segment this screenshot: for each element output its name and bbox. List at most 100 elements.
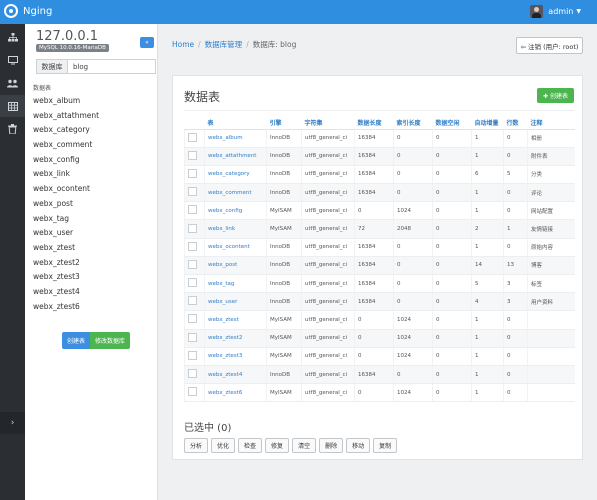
table-icon[interactable] [0, 95, 25, 117]
bulk-action-button[interactable]: 优化 [211, 438, 236, 453]
breadcrumb-home[interactable]: Home [172, 40, 194, 49]
sidebar-table-item[interactable]: webx_tag [25, 212, 157, 227]
bulk-action-button[interactable]: 分析 [184, 438, 209, 453]
table-cell: 0 [354, 383, 394, 403]
row-checkbox[interactable] [188, 332, 197, 342]
sidebar-table-item[interactable]: webx_category [25, 123, 157, 138]
column-header[interactable]: 行数 [503, 116, 528, 130]
table-cell: 0 [503, 201, 528, 221]
row-checkbox[interactable] [188, 350, 197, 360]
table-name-link[interactable]: webx_category [204, 165, 267, 185]
table-cell: 0 [432, 365, 472, 385]
table-name-link[interactable]: webx_ztest4 [204, 365, 267, 385]
table-cell: 0 [393, 165, 433, 185]
table-name-link[interactable]: webx_ztest2 [204, 329, 267, 348]
row-checkbox[interactable] [188, 259, 197, 269]
sidebar-table-item[interactable]: webx_post [25, 197, 157, 212]
table-cell: utf8_general_ci [301, 329, 355, 348]
brand[interactable]: Nging [4, 4, 52, 18]
sidebar-table-item[interactable]: webx_ocontent [25, 182, 157, 197]
bulk-action-button[interactable]: 清空 [292, 438, 317, 453]
sidebar-table-item[interactable]: webx_link [25, 167, 157, 182]
row-checkbox[interactable] [188, 387, 197, 397]
sidebar-table-item[interactable]: webx_comment [25, 138, 157, 153]
row-checkbox[interactable] [188, 223, 197, 233]
table-name-link[interactable]: webx_attathment [204, 147, 267, 166]
page-title: 数据表 [184, 90, 221, 104]
table-cell: 5 [471, 274, 504, 294]
sidebar-table-item[interactable]: webx_config [25, 153, 157, 168]
row-checkbox[interactable] [188, 296, 197, 306]
column-header[interactable]: 索引长度 [393, 116, 433, 130]
table-cell: InnoDB [266, 238, 302, 257]
breadcrumb-db-manage[interactable]: 数据库管理 [205, 40, 243, 49]
users-icon[interactable] [0, 72, 25, 94]
row-checkbox[interactable] [188, 369, 197, 379]
table-cell: 0 [503, 383, 528, 403]
column-header[interactable]: 数据空闲 [432, 116, 472, 130]
expand-sidebar-button[interactable]: › [0, 412, 25, 434]
logout-button[interactable]: ⇦ 注销 (用户: root) [516, 37, 583, 54]
breadcrumb: Home / 数据库管理 / 数据库: blog [172, 39, 296, 50]
row-checkbox[interactable] [188, 314, 197, 324]
bulk-action-button[interactable]: 检查 [238, 438, 263, 453]
column-header[interactable]: 自动增量 [471, 116, 504, 130]
bulk-action-button[interactable]: 复制 [373, 438, 398, 453]
collapse-button[interactable]: « [140, 37, 154, 48]
column-header[interactable]: 引擎 [266, 116, 302, 130]
table-name-link[interactable]: webx_post [204, 256, 267, 276]
sidebar-table-item[interactable]: webx_ztest2 [25, 256, 157, 271]
row-select-cell [184, 383, 205, 403]
table-cell: utf8_general_ci [301, 165, 355, 185]
row-checkbox[interactable] [188, 278, 197, 288]
sidebar-table-item[interactable]: webx_attathment [25, 109, 157, 124]
table-name-link[interactable]: webx_album [204, 129, 267, 148]
sidebar-table-item[interactable]: webx_ztest [25, 241, 157, 256]
table-name-link[interactable]: webx_ztest [204, 310, 267, 330]
top-navbar: Nging admin ▼ [0, 0, 597, 24]
tables-panel: 数据表 ✚ 创建表 表引擎 字符集 数据长度 索引长度 数据空闲 自动增量 行数 注释 web… [172, 75, 583, 460]
row-checkbox[interactable] [188, 187, 197, 197]
bulk-action-button[interactable]: 修复 [265, 438, 290, 453]
database-value[interactable]: blog [68, 60, 155, 73]
row-select-cell [184, 347, 205, 366]
create-table-button-main[interactable]: ✚ 创建表 [537, 88, 574, 103]
column-header[interactable]: 数据长度 [354, 116, 394, 130]
sidebar-actions: 创建表 修改数据库 [62, 332, 131, 349]
sidebar-table-item[interactable]: webx_ztest6 [25, 300, 157, 315]
trash-icon[interactable] [0, 118, 25, 140]
create-table-button[interactable]: 创建表 [62, 332, 91, 349]
alter-database-button[interactable]: 修改数据库 [90, 332, 131, 349]
row-checkbox[interactable] [188, 241, 197, 251]
sidebar-table-item[interactable]: webx_ztest4 [25, 285, 157, 300]
sidebar-table-item[interactable]: webx_user [25, 226, 157, 241]
column-header[interactable]: 字符集 [301, 116, 355, 130]
sidebar-table-item[interactable]: webx_ztest3 [25, 270, 157, 285]
table-cell: 1 [471, 201, 504, 221]
table-name-link[interactable]: webx_ztest3 [204, 347, 267, 366]
table-name-link[interactable]: webx_comment [204, 183, 267, 203]
sidebar-table-item[interactable]: webx_album [25, 94, 157, 109]
monitor-icon[interactable] [0, 49, 25, 71]
table-name-link[interactable]: webx_tag [204, 274, 267, 294]
row-select-cell [184, 219, 205, 239]
table-name-link[interactable]: webx_ztest6 [204, 383, 267, 403]
column-header[interactable]: 注释 [527, 116, 575, 130]
server-host: 127.0.0.1 [36, 29, 99, 44]
sitemap-icon[interactable] [0, 26, 25, 48]
user-menu[interactable]: admin ▼ [530, 5, 581, 18]
table-row: webx_ocontent InnoDB utf8_general_ci 16384 0… [184, 238, 575, 257]
database-selector[interactable]: 数据库 blog [36, 59, 156, 74]
table-name-link[interactable]: webx_ocontent [204, 238, 267, 257]
row-checkbox[interactable] [188, 150, 197, 160]
row-checkbox[interactable] [188, 205, 197, 215]
column-header[interactable]: 表 [204, 116, 267, 130]
table-name-link[interactable]: webx_link [204, 219, 267, 239]
brand-name: Nging [23, 5, 53, 17]
bulk-action-button[interactable]: 移动 [346, 438, 371, 453]
bulk-action-button[interactable]: 删除 [319, 438, 344, 453]
row-checkbox[interactable] [188, 132, 197, 142]
row-checkbox[interactable] [188, 168, 197, 178]
table-name-link[interactable]: webx_config [204, 201, 267, 221]
table-name-link[interactable]: webx_user [204, 292, 267, 312]
